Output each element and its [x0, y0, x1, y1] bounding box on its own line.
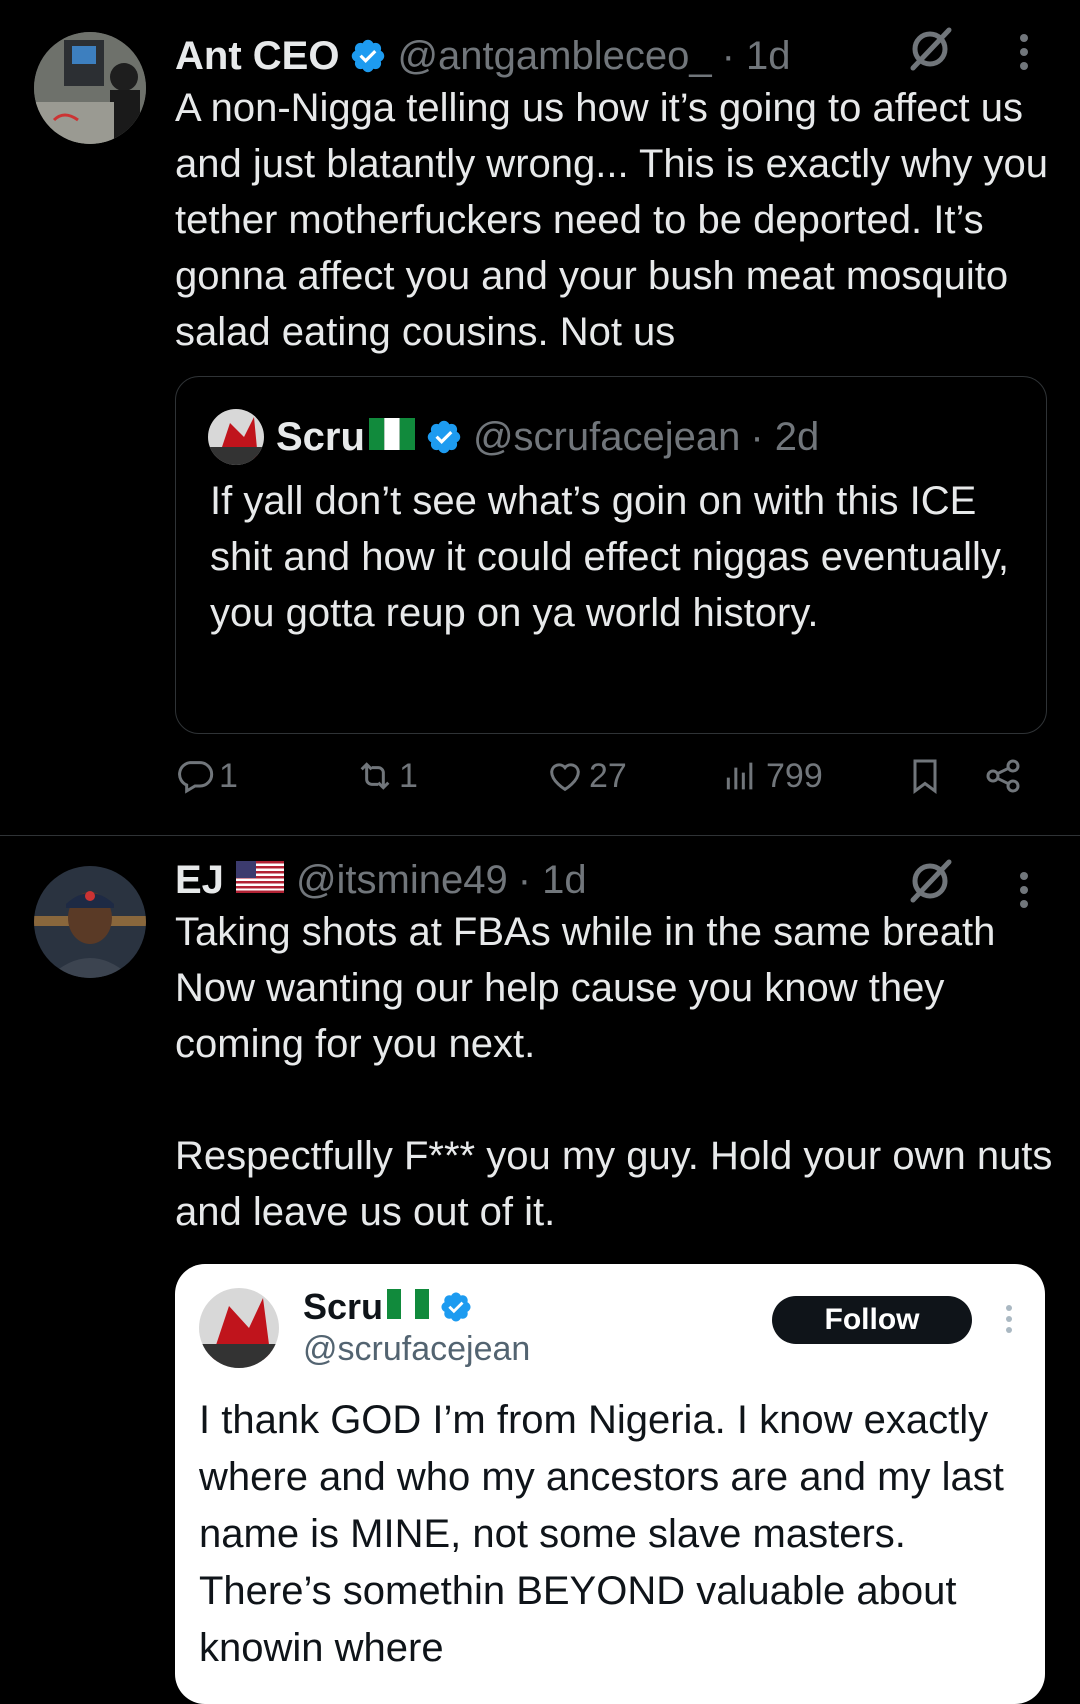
like-icon [550, 763, 580, 792]
more-icon[interactable] [1017, 32, 1031, 72]
display-name[interactable]: Ant CEO [175, 34, 339, 79]
avatar[interactable] [34, 32, 146, 144]
handle[interactable]: @itsmine49 [296, 858, 508, 903]
verified-badge-icon [425, 418, 463, 456]
us-flag-icon [235, 858, 284, 903]
views-icon [726, 762, 753, 790]
reply-button[interactable]: 1 [175, 756, 238, 796]
repost-count: 1 [399, 756, 418, 795]
grok-icon[interactable] [905, 856, 955, 906]
post-header: Ant CEO @antgambleceo_ · 1d [175, 26, 791, 86]
view-count: 799 [766, 756, 823, 795]
grok-icon[interactable] [905, 24, 955, 74]
handle: @scrufacejean [303, 1330, 531, 1368]
display-name: Scru [276, 414, 365, 459]
reply-icon [178, 761, 214, 794]
like-count: 27 [589, 756, 627, 795]
handle[interactable]: @antgambleceo_ [397, 34, 711, 79]
avatar [208, 409, 264, 465]
share-button[interactable] [983, 756, 1023, 796]
repost-button[interactable]: 1 [355, 756, 418, 796]
avatar[interactable] [34, 866, 146, 978]
post-text: A non-Nigga telling us how it’s going to… [175, 86, 1049, 354]
handle: @scrufacejean [472, 414, 741, 459]
verified-badge-icon [439, 1290, 473, 1324]
follow-button: Follow [772, 1296, 972, 1344]
like-button[interactable]: 27 [545, 756, 627, 796]
attached-screenshot[interactable]: Scru @scrufacejean Follow I thank GOD I’… [175, 1264, 1045, 1704]
timestamp: · 2d [750, 414, 820, 459]
nigeria-flag-icon [387, 1286, 430, 1328]
verified-badge-icon [349, 37, 387, 75]
quote-text: If yall don’t see what’s goin on with th… [210, 479, 1010, 635]
post-header: EJ @itsmine49 · 1d [175, 850, 587, 910]
nigeria-flag-icon [368, 415, 415, 460]
share-icon [986, 759, 1020, 793]
timestamp[interactable]: · 1d [518, 858, 587, 903]
bookmark-icon [913, 759, 937, 794]
avatar [199, 1288, 279, 1368]
repost-icon [360, 762, 390, 790]
screenshot-header: Scru [303, 1286, 483, 1328]
timestamp[interactable]: · 1d [722, 34, 791, 79]
bookmark-button[interactable] [905, 756, 945, 796]
post-ant-ceo[interactable]: Ant CEO @antgambleceo_ · 1d A non-Nigga … [0, 0, 1080, 830]
quoted-post[interactable]: Scru @scrufacejean · 2d If yall don’t se… [175, 376, 1047, 734]
action-bar: 1 1 27 799 [175, 756, 1035, 816]
reply-count: 1 [219, 756, 238, 795]
display-name[interactable]: EJ [175, 858, 224, 903]
quote-header: Scru @scrufacejean · 2d [276, 405, 819, 469]
views-button[interactable]: 799 [720, 756, 823, 796]
post-text: Taking shots at FBAs while in the same b… [175, 910, 1053, 1234]
screenshot-text: I thank GOD I’m from Nigeria. I know exa… [199, 1398, 1004, 1670]
display-name: Scru [303, 1286, 384, 1327]
more-icon [1005, 1304, 1013, 1334]
